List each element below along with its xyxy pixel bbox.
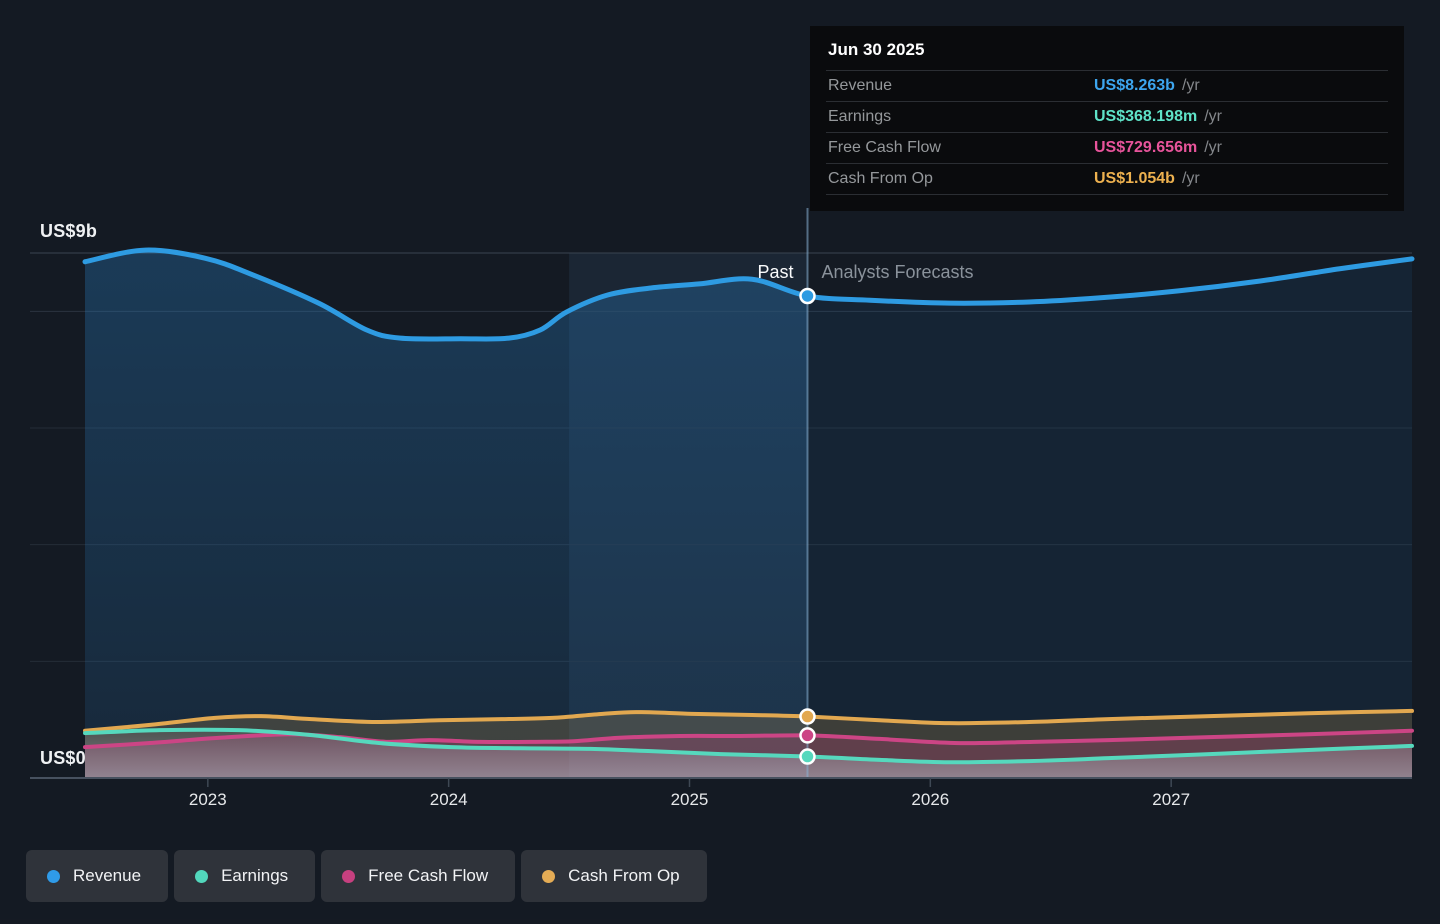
x-axis-tick-label: 2023 xyxy=(189,790,227,810)
legend-item-label: Earnings xyxy=(221,866,288,886)
tooltip-row-value: US$729.656m xyxy=(1094,139,1197,157)
tooltip-date: Jun 30 2025 xyxy=(810,26,1404,70)
legend-item-free-cash-flow[interactable]: Free Cash Flow xyxy=(321,850,515,902)
tooltip-row-label: Revenue xyxy=(828,77,1094,95)
analysts-forecasts-region-label: Analysts Forecasts xyxy=(822,262,974,283)
tooltip-row-free-cash-flow: Free Cash Flow US$729.656m /yr xyxy=(826,132,1388,163)
tooltip-row-label: Earnings xyxy=(828,108,1094,126)
revenue-area-forecast xyxy=(808,259,1412,778)
cash-from-op-series-dot-icon xyxy=(542,870,555,883)
stock-earnings-revenue-chart-screen: US$9b US$0 2023 2024 2025 2026 2027 Past… xyxy=(0,0,1440,919)
y-axis-max-label: US$9b xyxy=(40,221,97,242)
tooltip-row-earnings: Earnings US$368.198m /yr xyxy=(826,101,1388,132)
tooltip-row-unit: /yr xyxy=(1182,77,1200,95)
chart-legend: Revenue Earnings Free Cash Flow Cash Fro… xyxy=(26,850,707,902)
tooltip-row-value: US$8.263b xyxy=(1094,77,1175,95)
tooltip-row-label: Cash From Op xyxy=(828,170,1094,188)
x-axis-tick-label: 2027 xyxy=(1152,790,1190,810)
legend-item-earnings[interactable]: Earnings xyxy=(174,850,315,902)
free-cash-flow-series-dot-icon xyxy=(342,870,355,883)
hover-tooltip: Jun 30 2025 Revenue US$8.263b /yr Earnin… xyxy=(810,26,1404,211)
tooltip-rows: Revenue US$8.263b /yr Earnings US$368.19… xyxy=(826,70,1388,195)
tooltip-row-value: US$1.054b xyxy=(1094,170,1175,188)
x-axis-tick-label: 2026 xyxy=(911,790,949,810)
past-region-label: Past xyxy=(757,262,793,283)
x-axis-ticks xyxy=(208,778,1171,787)
x-axis-tick-label: 2025 xyxy=(671,790,709,810)
tooltip-row-unit: /yr xyxy=(1182,170,1200,188)
revenue-area-past xyxy=(85,250,808,778)
legend-item-revenue[interactable]: Revenue xyxy=(26,850,168,902)
tooltip-row-label: Free Cash Flow xyxy=(828,139,1094,157)
legend-item-label: Revenue xyxy=(73,866,141,886)
tooltip-row-cash-from-op: Cash From Op US$1.054b /yr xyxy=(826,163,1388,194)
y-axis-zero-label: US$0 xyxy=(40,748,86,769)
tooltip-row-unit: /yr xyxy=(1204,108,1222,126)
legend-item-cash-from-op[interactable]: Cash From Op xyxy=(521,850,706,902)
x-axis-tick-label: 2024 xyxy=(430,790,468,810)
legend-item-label: Free Cash Flow xyxy=(368,866,488,886)
tooltip-row-unit: /yr xyxy=(1204,139,1222,157)
earnings-series-dot-icon xyxy=(195,870,208,883)
tooltip-row-revenue: Revenue US$8.263b /yr xyxy=(826,70,1388,101)
tooltip-row-value: US$368.198m xyxy=(1094,108,1197,126)
legend-item-label: Cash From Op xyxy=(568,866,679,886)
revenue-series-dot-icon xyxy=(47,870,60,883)
